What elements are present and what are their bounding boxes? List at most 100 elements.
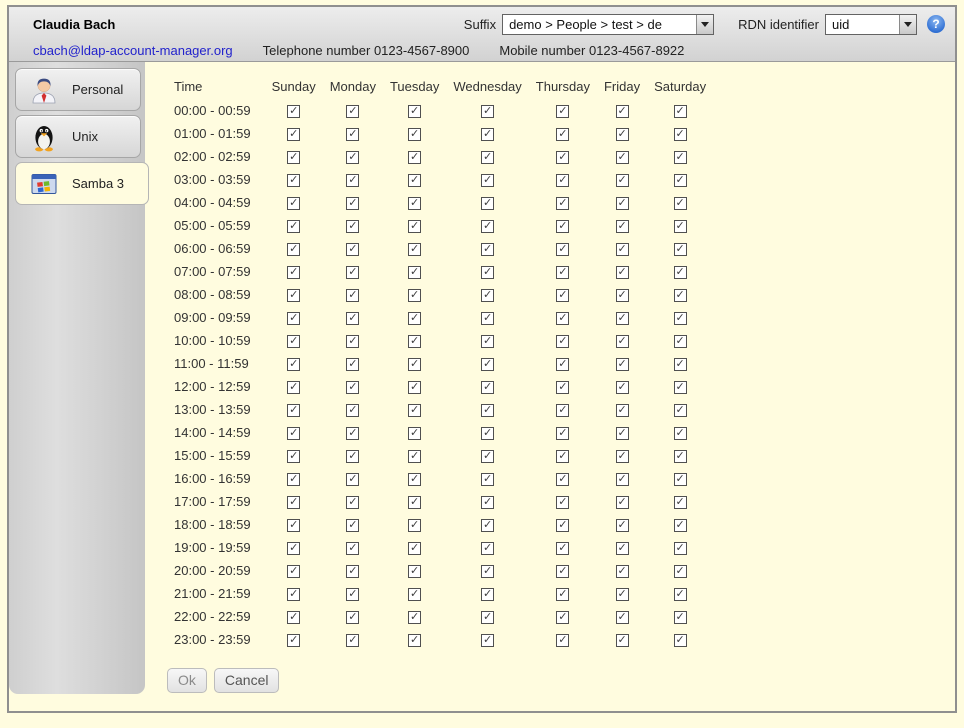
hour-checkbox[interactable] — [556, 128, 569, 141]
hour-checkbox[interactable] — [556, 312, 569, 325]
hour-checkbox[interactable] — [481, 565, 494, 578]
hour-checkbox[interactable] — [674, 473, 687, 486]
hour-checkbox[interactable] — [616, 588, 629, 601]
hour-checkbox[interactable] — [616, 174, 629, 187]
hour-checkbox[interactable] — [556, 381, 569, 394]
hour-checkbox[interactable] — [346, 496, 359, 509]
hour-checkbox[interactable] — [287, 243, 300, 256]
hour-checkbox[interactable] — [674, 450, 687, 463]
hour-checkbox[interactable] — [674, 519, 687, 532]
hour-checkbox[interactable] — [408, 427, 421, 440]
hour-checkbox[interactable] — [287, 220, 300, 233]
hour-checkbox[interactable] — [481, 358, 494, 371]
hour-checkbox[interactable] — [287, 519, 300, 532]
hour-checkbox[interactable] — [481, 634, 494, 647]
hour-checkbox[interactable] — [346, 243, 359, 256]
hour-checkbox[interactable] — [346, 358, 359, 371]
hour-checkbox[interactable] — [616, 450, 629, 463]
hour-checkbox[interactable] — [346, 634, 359, 647]
hour-checkbox[interactable] — [481, 404, 494, 417]
hour-checkbox[interactable] — [346, 542, 359, 555]
hour-checkbox[interactable] — [346, 220, 359, 233]
hour-checkbox[interactable] — [674, 634, 687, 647]
hour-checkbox[interactable] — [616, 381, 629, 394]
hour-checkbox[interactable] — [346, 105, 359, 118]
hour-checkbox[interactable] — [287, 404, 300, 417]
hour-checkbox[interactable] — [674, 174, 687, 187]
hour-checkbox[interactable] — [674, 128, 687, 141]
hour-checkbox[interactable] — [287, 335, 300, 348]
hour-checkbox[interactable] — [481, 220, 494, 233]
hour-checkbox[interactable] — [556, 496, 569, 509]
hour-checkbox[interactable] — [408, 450, 421, 463]
hour-checkbox[interactable] — [408, 243, 421, 256]
hour-checkbox[interactable] — [481, 450, 494, 463]
hour-checkbox[interactable] — [556, 266, 569, 279]
hour-checkbox[interactable] — [616, 266, 629, 279]
hour-checkbox[interactable] — [481, 519, 494, 532]
hour-checkbox[interactable] — [556, 565, 569, 578]
hour-checkbox[interactable] — [556, 197, 569, 210]
hour-checkbox[interactable] — [287, 197, 300, 210]
hour-checkbox[interactable] — [674, 197, 687, 210]
hour-checkbox[interactable] — [481, 105, 494, 118]
hour-checkbox[interactable] — [408, 105, 421, 118]
hour-checkbox[interactable] — [616, 519, 629, 532]
hour-checkbox[interactable] — [556, 404, 569, 417]
hour-checkbox[interactable] — [287, 174, 300, 187]
hour-checkbox[interactable] — [616, 197, 629, 210]
hour-checkbox[interactable] — [616, 634, 629, 647]
hour-checkbox[interactable] — [481, 335, 494, 348]
hour-checkbox[interactable] — [674, 335, 687, 348]
hour-checkbox[interactable] — [346, 312, 359, 325]
hour-checkbox[interactable] — [408, 128, 421, 141]
hour-checkbox[interactable] — [408, 312, 421, 325]
hour-checkbox[interactable] — [346, 197, 359, 210]
hour-checkbox[interactable] — [346, 427, 359, 440]
hour-checkbox[interactable] — [408, 151, 421, 164]
hour-checkbox[interactable] — [481, 174, 494, 187]
hour-checkbox[interactable] — [556, 151, 569, 164]
hour-checkbox[interactable] — [408, 496, 421, 509]
hour-checkbox[interactable] — [481, 381, 494, 394]
hour-checkbox[interactable] — [556, 243, 569, 256]
hour-checkbox[interactable] — [674, 243, 687, 256]
hour-checkbox[interactable] — [556, 588, 569, 601]
hour-checkbox[interactable] — [481, 197, 494, 210]
hour-checkbox[interactable] — [408, 404, 421, 417]
hour-checkbox[interactable] — [346, 588, 359, 601]
hour-checkbox[interactable] — [674, 151, 687, 164]
hour-checkbox[interactable] — [674, 312, 687, 325]
hour-checkbox[interactable] — [481, 496, 494, 509]
hour-checkbox[interactable] — [287, 427, 300, 440]
hour-checkbox[interactable] — [674, 289, 687, 302]
hour-checkbox[interactable] — [556, 542, 569, 555]
hour-checkbox[interactable] — [287, 588, 300, 601]
hour-checkbox[interactable] — [481, 588, 494, 601]
hour-checkbox[interactable] — [346, 450, 359, 463]
hour-checkbox[interactable] — [616, 289, 629, 302]
hour-checkbox[interactable] — [481, 243, 494, 256]
hour-checkbox[interactable] — [674, 565, 687, 578]
hour-checkbox[interactable] — [556, 220, 569, 233]
ok-button[interactable]: Ok — [167, 668, 207, 693]
hour-checkbox[interactable] — [408, 266, 421, 279]
hour-checkbox[interactable] — [674, 404, 687, 417]
hour-checkbox[interactable] — [616, 473, 629, 486]
hour-checkbox[interactable] — [346, 519, 359, 532]
rdn-identifier-select[interactable]: uid — [825, 14, 917, 35]
hour-checkbox[interactable] — [481, 128, 494, 141]
hour-checkbox[interactable] — [616, 404, 629, 417]
hour-checkbox[interactable] — [674, 611, 687, 624]
help-icon[interactable]: ? — [927, 15, 945, 33]
hour-checkbox[interactable] — [408, 588, 421, 601]
hour-checkbox[interactable] — [408, 611, 421, 624]
hour-checkbox[interactable] — [346, 565, 359, 578]
hour-checkbox[interactable] — [287, 151, 300, 164]
hour-checkbox[interactable] — [287, 450, 300, 463]
hour-checkbox[interactable] — [346, 266, 359, 279]
hour-checkbox[interactable] — [674, 381, 687, 394]
hour-checkbox[interactable] — [481, 611, 494, 624]
hour-checkbox[interactable] — [346, 404, 359, 417]
hour-checkbox[interactable] — [616, 128, 629, 141]
